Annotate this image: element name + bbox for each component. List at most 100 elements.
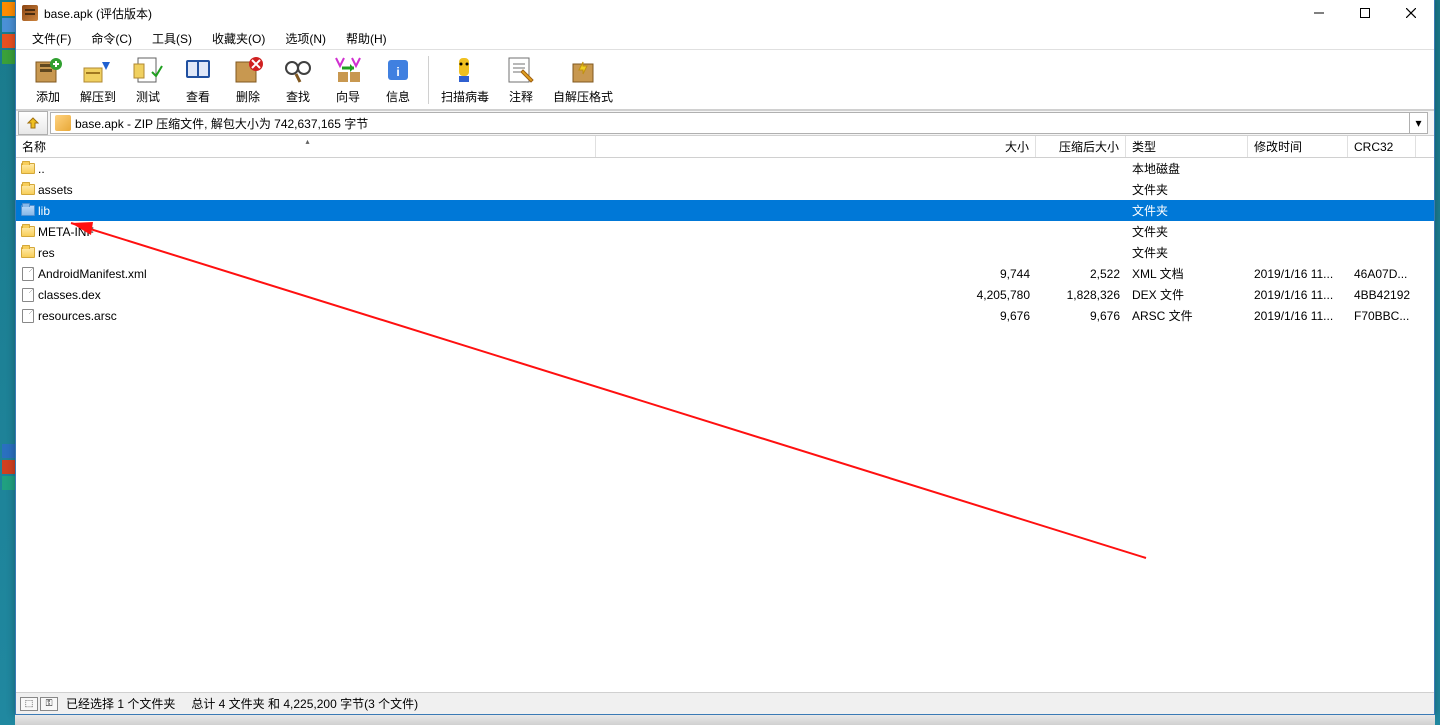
toolbar-find[interactable]: 查找 [274, 52, 322, 107]
cell-name: res [36, 246, 596, 260]
cell-type: ARSC 文件 [1126, 307, 1248, 324]
cell-name: lib [36, 204, 596, 218]
cell-modified: 2019/1/16 11... [1248, 309, 1348, 323]
extract-icon [82, 54, 114, 86]
list-item[interactable]: resources.arsc9,6769,676ARSC 文件2019/1/16… [16, 305, 1434, 326]
list-item[interactable]: lib 文件夹 [16, 200, 1434, 221]
toolbar-delete[interactable]: 删除 [224, 52, 272, 107]
cell-name: AndroidManifest.xml [36, 267, 596, 281]
archive-icon [55, 115, 71, 131]
folder-icon [21, 247, 35, 258]
column-name[interactable]: 名称▴ [16, 136, 596, 157]
cell-type: 文件夹 [1126, 244, 1248, 261]
status-icon-key[interactable]: ⚿ [40, 697, 58, 711]
menu-tools[interactable]: 工具(S) [144, 28, 200, 49]
cell-type: 文件夹 [1126, 202, 1248, 219]
svg-text:i: i [396, 65, 399, 79]
close-button[interactable] [1388, 0, 1434, 28]
list-item[interactable]: META-INF 文件夹 [16, 221, 1434, 242]
toolbar-info[interactable]: i 信息 [374, 52, 422, 107]
status-left: 已经选择 1 个文件夹 [58, 695, 183, 712]
cell-crc: 46A07D... [1348, 267, 1416, 281]
folder-icon [21, 184, 35, 195]
toolbar-sfx[interactable]: 自解压格式 [547, 52, 619, 107]
column-size[interactable]: 大小 [596, 136, 1036, 157]
menu-favorites[interactable]: 收藏夹(O) [204, 28, 273, 49]
column-crc[interactable]: CRC32 [1348, 136, 1416, 157]
column-headers: 名称▴ 大小 压缩后大小 类型 修改时间 CRC32 [16, 136, 1434, 158]
list-item[interactable]: res 文件夹 [16, 242, 1434, 263]
delete-icon [232, 54, 264, 86]
cell-compressed: 2,522 [1036, 267, 1126, 281]
test-icon [132, 54, 164, 86]
column-type[interactable]: 类型 [1126, 136, 1248, 157]
cell-name: assets [36, 183, 596, 197]
cell-compressed: 1,828,326 [1036, 288, 1126, 302]
cell-name: classes.dex [36, 288, 596, 302]
statusbar: ⬚ ⚿ 已经选择 1 个文件夹 总计 4 文件夹 和 4,225,200 字节(… [16, 692, 1434, 714]
cell-name: resources.arsc [36, 309, 596, 323]
toolbar-view[interactable]: 查看 [174, 52, 222, 107]
toolbar-add[interactable]: 添加 [24, 52, 72, 107]
cell-type: 文件夹 [1126, 223, 1248, 240]
column-modified[interactable]: 修改时间 [1248, 136, 1348, 157]
toolbar-test[interactable]: 测试 [124, 52, 172, 107]
info-icon: i [382, 54, 414, 86]
cell-type: DEX 文件 [1126, 286, 1248, 303]
app-icon [22, 5, 38, 21]
file-list[interactable]: .. 本地磁盘 assets 文件夹 lib 文件夹 META-INF 文件夹 res 文件夹 An… [16, 158, 1434, 692]
cell-name: META-INF [36, 225, 596, 239]
column-compressed[interactable]: 压缩后大小 [1036, 136, 1126, 157]
cell-type: XML 文档 [1126, 265, 1248, 282]
minimize-button[interactable] [1296, 0, 1342, 28]
toolbar-wizard[interactable]: 向导 [324, 52, 372, 107]
folder-icon [21, 163, 35, 174]
path-dropdown[interactable]: ▾ [1409, 113, 1427, 133]
maximize-button[interactable] [1342, 0, 1388, 28]
cell-compressed: 9,676 [1036, 309, 1126, 323]
list-item[interactable]: .. 本地磁盘 [16, 158, 1434, 179]
cell-size: 9,744 [596, 267, 1036, 281]
status-icon-drive[interactable]: ⬚ [20, 697, 38, 711]
up-button[interactable] [18, 111, 48, 135]
cell-type: 本地磁盘 [1126, 160, 1248, 177]
path-text: base.apk - ZIP 压缩文件, 解包大小为 742,637,165 字… [75, 115, 368, 132]
cell-name: .. [36, 162, 596, 176]
find-icon [282, 54, 314, 86]
cell-type: 文件夹 [1126, 181, 1248, 198]
list-item[interactable]: assets 文件夹 [16, 179, 1434, 200]
menu-help[interactable]: 帮助(H) [338, 28, 395, 49]
folder-icon [21, 205, 35, 216]
path-input[interactable]: base.apk - ZIP 压缩文件, 解包大小为 742,637,165 字… [50, 112, 1428, 134]
list-item[interactable]: AndroidManifest.xml9,7442,522XML 文档2019/… [16, 263, 1434, 284]
virus-icon [449, 54, 481, 86]
menubar: 文件(F) 命令(C) 工具(S) 收藏夹(O) 选项(N) 帮助(H) [16, 28, 1434, 50]
menu-options[interactable]: 选项(N) [277, 28, 334, 49]
toolbar: 添加 解压到 测试 查看 删除 查找 [16, 50, 1434, 110]
menu-commands[interactable]: 命令(C) [83, 28, 140, 49]
cell-modified: 2019/1/16 11... [1248, 288, 1348, 302]
add-icon [32, 54, 64, 86]
cell-size: 4,205,780 [596, 288, 1036, 302]
status-center: 总计 4 文件夹 和 4,225,200 字节(3 个文件) [183, 695, 1134, 712]
list-item[interactable]: classes.dex4,205,7801,828,326DEX 文件2019/… [16, 284, 1434, 305]
toolbar-extract[interactable]: 解压到 [74, 52, 122, 107]
view-icon [182, 54, 214, 86]
cell-size: 9,676 [596, 309, 1036, 323]
folder-icon [21, 226, 35, 237]
winrar-window: base.apk (评估版本) 文件(F) 命令(C) 工具(S) 收藏夹(O)… [15, 0, 1435, 715]
file-icon [22, 288, 34, 302]
comment-icon [505, 54, 537, 86]
titlebar[interactable]: base.apk (评估版本) [16, 0, 1434, 28]
wizard-icon [332, 54, 364, 86]
toolbar-scan-virus[interactable]: 扫描病毒 [435, 52, 495, 107]
cell-crc: 4BB42192 [1348, 288, 1416, 302]
menu-file[interactable]: 文件(F) [24, 28, 79, 49]
file-icon [22, 267, 34, 281]
file-icon [22, 309, 34, 323]
sfx-icon [567, 54, 599, 86]
toolbar-comment[interactable]: 注释 [497, 52, 545, 107]
cell-modified: 2019/1/16 11... [1248, 267, 1348, 281]
taskbar-edge [15, 715, 1435, 725]
window-title: base.apk (评估版本) [44, 5, 1296, 22]
